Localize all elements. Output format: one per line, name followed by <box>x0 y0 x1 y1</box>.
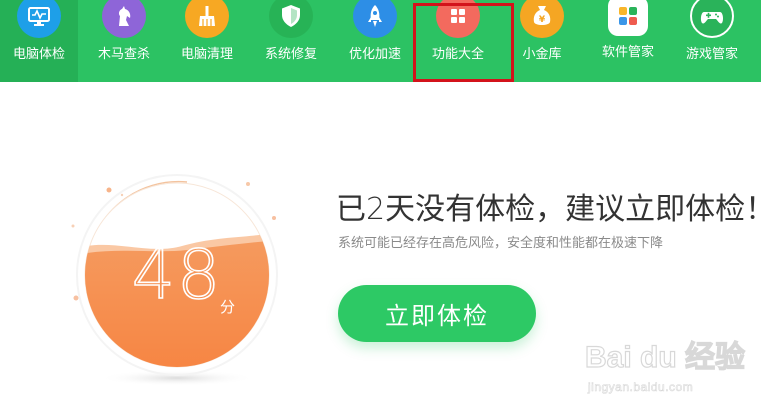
check-now-button[interactable]: 立即体检 <box>338 285 536 342</box>
health-score-gauge: 48 分 <box>62 150 292 400</box>
checkup-headline: 已2天没有体检，建议立即体检！ <box>336 192 761 227</box>
gamepad-icon <box>690 0 734 38</box>
nav-item-trojan-scan[interactable]: 木马查杀 <box>85 0 163 82</box>
nav-label: 软件管家 <box>601 45 654 60</box>
nav-label: 电脑体检 <box>12 47 65 62</box>
nav-label: 电脑清理 <box>180 47 233 62</box>
nav-label: 功能大全 <box>431 47 484 62</box>
shield-icon <box>269 0 313 38</box>
nav-item-software-manager[interactable]: 软件管家 <box>589 0 667 82</box>
nav-label: 木马查杀 <box>97 47 150 62</box>
watermark-text: Bai du 经验 <box>584 340 746 374</box>
app-store-icon <box>608 0 648 36</box>
health-score-unit: 分 <box>220 298 236 316</box>
baidu-jingyan-watermark: Bai du 经验 jingyan.baidu.com <box>584 340 755 405</box>
svg-text:¥: ¥ <box>539 15 546 25</box>
nav-item-all-features[interactable]: 功能大全 <box>419 0 497 82</box>
nav-label: 小金库 <box>522 47 562 62</box>
nav-item-pc-checkup[interactable]: 电脑体检 <box>0 0 78 82</box>
rocket-icon <box>353 0 397 38</box>
nav-item-system-repair[interactable]: 系统修复 <box>252 0 330 82</box>
nav-label: 优化加速 <box>348 47 401 62</box>
watermark-url: jingyan.baidu.com <box>588 380 694 395</box>
horse-icon <box>102 0 146 38</box>
top-nav-bar: 电脑体检 木马查杀 电脑清理 系统修复 优化加速 功能大全 ¥ 小金库 软件管家… <box>0 0 761 82</box>
nav-item-optimize-speed[interactable]: 优化加速 <box>336 0 414 82</box>
nav-label: 系统修复 <box>264 47 317 62</box>
grid-icon <box>436 0 480 38</box>
checkup-subtitle: 系统可能已经存在高危风险，安全度和性能都在极速下降 <box>338 236 664 251</box>
health-score-value: 48 <box>131 236 223 315</box>
nav-item-game-manager[interactable]: 游戏管家 <box>673 0 751 82</box>
monitor-icon <box>17 0 61 38</box>
nav-label: 游戏管家 <box>685 47 738 62</box>
nav-item-vault[interactable]: ¥ 小金库 <box>503 0 581 82</box>
nav-item-pc-cleanup[interactable]: 电脑清理 <box>168 0 246 82</box>
coin-bag-icon: ¥ <box>520 0 564 38</box>
broom-icon <box>185 0 229 38</box>
